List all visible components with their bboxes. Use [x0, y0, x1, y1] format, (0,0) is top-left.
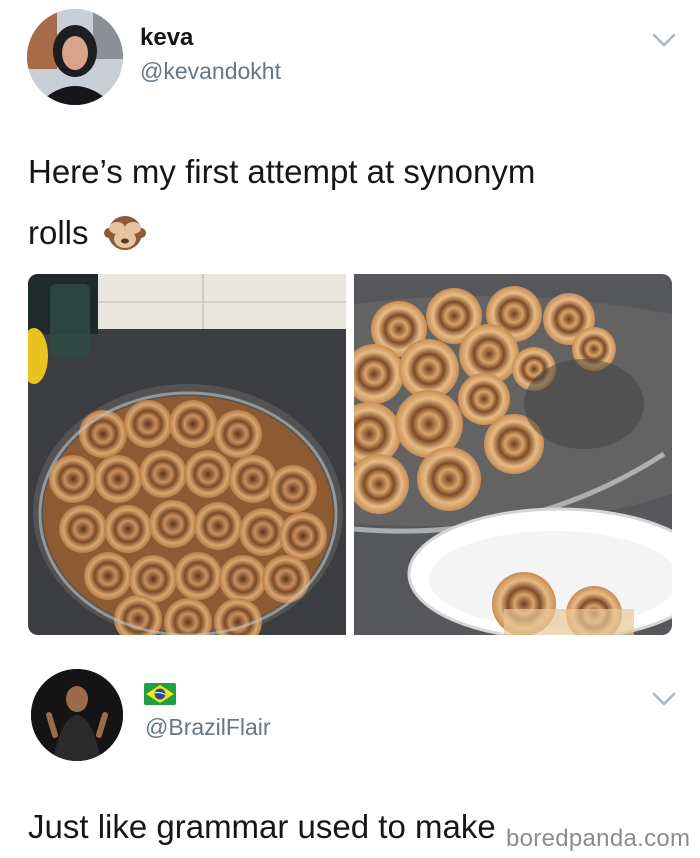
author-avatar[interactable] — [27, 9, 123, 105]
watermark: boredpanda.com — [506, 825, 691, 852]
brazil-flag-icon — [144, 683, 176, 705]
see-no-evil-monkey-icon — [104, 211, 146, 253]
cinnamon-rolls-partly-eaten-photo[interactable] — [354, 274, 672, 635]
cinnamon-rolls-full-pan-photo[interactable] — [28, 274, 346, 635]
tweet-text-line-2: rolls — [28, 214, 89, 251]
reply-avatar[interactable] — [31, 669, 123, 761]
reply-chevron-down-icon[interactable] — [651, 689, 677, 709]
chevron-down-icon[interactable] — [651, 30, 677, 50]
reply-text: Just like grammar used to make — [28, 808, 496, 845]
author-name[interactable]: keva — [140, 24, 193, 52]
author-handle[interactable]: @kevandokht — [140, 58, 281, 85]
tweet-text-line-1: Here’s my first attempt at synonym — [28, 153, 536, 190]
reply-author-handle[interactable]: @BrazilFlair — [145, 714, 271, 741]
